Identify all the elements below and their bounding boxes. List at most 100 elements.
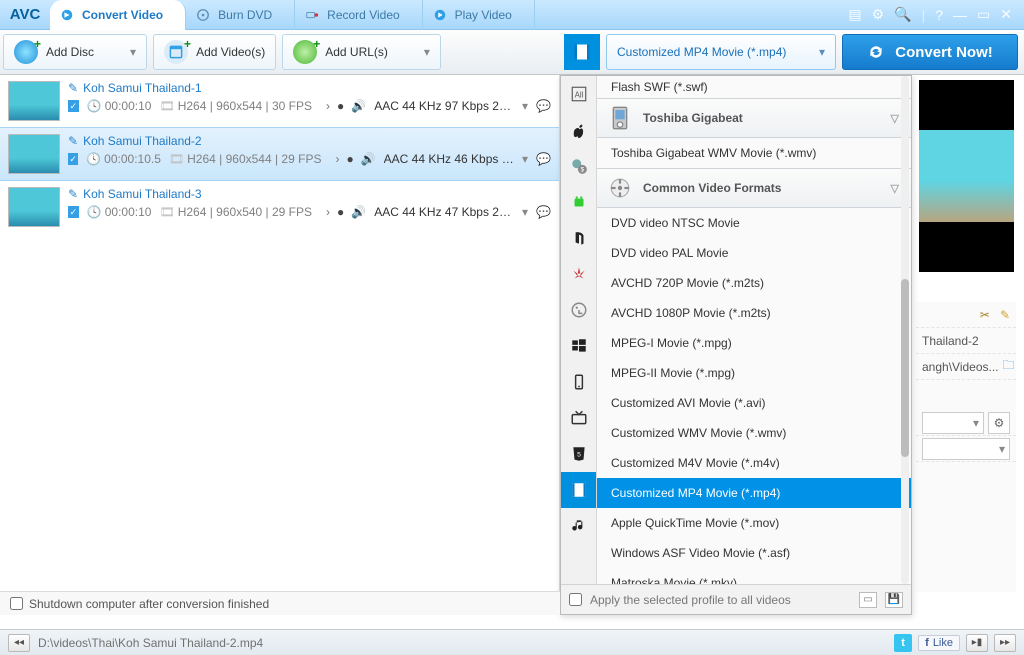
category-huawei[interactable] <box>561 256 597 292</box>
tab-label: Burn DVD <box>218 8 272 22</box>
add-disc-button[interactable]: + Add Disc ▾ <box>3 34 147 70</box>
format-item[interactable]: MPEG-II Movie (*.mpg) <box>597 358 911 388</box>
profile-category-icon[interactable] <box>564 34 600 70</box>
prev-button[interactable]: ◂◂ <box>8 634 30 652</box>
tab-burn-dvd[interactable]: Burn DVD <box>186 0 295 30</box>
maximize-icon[interactable]: ▭ <box>977 6 990 23</box>
search-icon[interactable]: 🔍 <box>894 6 911 23</box>
facebook-like-button[interactable]: fLike <box>918 635 960 651</box>
format-item[interactable]: AVCHD 720P Movie (*.m2ts) <box>597 268 911 298</box>
tab-record-video[interactable]: Record Video <box>295 0 423 30</box>
tab-convert-video[interactable]: Convert Video <box>50 0 186 30</box>
tab-play-video[interactable]: Play Video <box>423 0 535 30</box>
dropdown-icon[interactable]: ▾ <box>522 99 528 113</box>
checkbox[interactable]: ✓ <box>68 153 78 165</box>
category-audio[interactable] <box>561 508 597 544</box>
dropdown-icon[interactable]: ▾ <box>522 205 528 219</box>
edit-icon[interactable]: ✎ <box>68 134 78 148</box>
video-row[interactable]: ✎ Koh Samui Thailand-3 ✓ 🕓 00:00:10 🎞 H2… <box>0 181 559 233</box>
video-settings-button[interactable]: ⚙ <box>988 412 1010 434</box>
category-playstation[interactable] <box>561 220 597 256</box>
video-row[interactable]: ✎ Koh Samui Thailand-2 ✓ 🕓 00:00:10.5 🎞 … <box>0 127 559 181</box>
format-item[interactable]: DVD video NTSC Movie <box>597 208 911 238</box>
apply-all-checkbox[interactable] <box>569 593 582 606</box>
format-item[interactable]: Windows ASF Video Movie (*.asf) <box>597 538 911 568</box>
profile-label: Customized MP4 Movie (*.mp4) <box>617 45 786 59</box>
format-item[interactable]: AVCHD 1080P Movie (*.m2ts) <box>597 298 911 328</box>
audio-profile-dropdown[interactable]: ▾ <box>922 438 1010 460</box>
checkbox[interactable]: ✓ <box>68 206 79 218</box>
video-meta: 🎞 H264 | 960x544 | 29 FPS <box>169 152 322 166</box>
format-section-header[interactable]: Toshiba Gigabeat▽ <box>597 98 911 138</box>
add-profile-button[interactable]: ▭ <box>859 592 877 608</box>
category-mobile[interactable] <box>561 364 597 400</box>
video-profile-dropdown[interactable]: ▾ <box>922 412 984 434</box>
close-icon[interactable]: ✕ <box>1000 6 1012 23</box>
video-title: Koh Samui Thailand-3 <box>83 187 202 201</box>
audio-icon[interactable]: 🔊 <box>351 99 366 113</box>
category-windows[interactable] <box>561 328 597 364</box>
format-item[interactable]: Flash SWF (*.swf) <box>597 76 911 98</box>
format-item[interactable]: Customized AVI Movie (*.avi) <box>597 388 911 418</box>
scrollbar[interactable] <box>901 76 909 584</box>
next-button[interactable]: ▸▮ <box>966 634 988 652</box>
format-item[interactable]: Customized MP4 Movie (*.mp4) <box>597 478 911 508</box>
category-html5[interactable]: 5 <box>561 436 597 472</box>
category-android[interactable] <box>561 184 597 220</box>
video-list: ✎ Koh Samui Thailand-1 ✓ 🕓 00:00:10 🎞 H2… <box>0 75 560 615</box>
crop-icon[interactable]: ✂ <box>980 308 990 322</box>
file-name: Thailand-2 <box>922 334 979 348</box>
edit-icon[interactable]: ✎ <box>68 187 78 201</box>
minimize-icon[interactable]: — <box>953 7 967 23</box>
play-icon <box>433 8 447 22</box>
expand-icon[interactable]: › <box>326 205 330 219</box>
format-item[interactable]: DVD video PAL Movie <box>597 238 911 268</box>
twitter-button[interactable]: t <box>894 634 912 652</box>
help-icon[interactable]: ? <box>935 7 943 23</box>
gear-icon[interactable]: ⚙ <box>872 6 885 23</box>
settings-icon[interactable]: ● <box>337 205 344 219</box>
button-label: Convert Now! <box>895 44 993 61</box>
expand-icon[interactable]: › <box>335 152 339 166</box>
status-bar: ◂◂ D:\videos\Thai\Koh Samui Thailand-2.m… <box>0 629 1024 655</box>
edit-icon[interactable]: ✎ <box>68 81 78 95</box>
format-section-header[interactable]: Common Video Formats▽ <box>597 168 911 208</box>
audio-icon[interactable]: 🔊 <box>351 205 366 219</box>
format-item[interactable]: Apple QuickTime Movie (*.mov) <box>597 508 911 538</box>
format-item[interactable]: Matroska Movie (*.mkv) <box>597 568 911 584</box>
comment-icon[interactable]: 💬 <box>536 99 551 113</box>
section-title: Common Video Formats <box>643 181 781 195</box>
format-item[interactable]: Customized M4V Movie (*.m4v) <box>597 448 911 478</box>
checkbox[interactable]: ✓ <box>68 100 79 112</box>
format-item[interactable]: Toshiba Gigabeat WMV Movie (*.wmv) <box>597 138 911 168</box>
shutdown-checkbox[interactable] <box>10 597 23 610</box>
category-tv[interactable] <box>561 400 597 436</box>
comment-icon[interactable]: 💬 <box>536 152 551 166</box>
add-videos-button[interactable]: + Add Video(s) <box>153 34 276 70</box>
video-row[interactable]: ✎ Koh Samui Thailand-1 ✓ 🕓 00:00:10 🎞 H2… <box>0 75 559 127</box>
audio-icon[interactable]: 🔊 <box>361 152 376 166</box>
format-column[interactable]: Flash SWF (*.swf)Toshiba Gigabeat▽Toshib… <box>597 76 911 584</box>
comment-icon[interactable]: 💬 <box>536 205 551 219</box>
end-button[interactable]: ▸▸ <box>994 634 1016 652</box>
convert-now-button[interactable]: Convert Now! <box>842 34 1018 70</box>
dropdown-icon[interactable]: ▾ <box>522 152 528 166</box>
category-lg[interactable] <box>561 292 597 328</box>
save-profile-button[interactable]: 💾 <box>885 592 903 608</box>
video-meta: 🎞 H264 | 960x544 | 30 FPS <box>159 99 312 113</box>
category-android-money[interactable]: $ <box>561 148 597 184</box>
category-video[interactable] <box>561 472 597 508</box>
expand-icon[interactable]: › <box>326 99 330 113</box>
output-profile-selector[interactable]: Customized MP4 Movie (*.mp4) ▾ <box>606 34 836 70</box>
menu-icon[interactable]: ▤ <box>848 6 861 23</box>
folder-icon[interactable]: 🗀 <box>1003 356 1015 377</box>
category-all[interactable]: All <box>561 76 597 112</box>
settings-icon[interactable]: ● <box>337 99 344 113</box>
add-urls-button[interactable]: + Add URL(s) ▾ <box>282 34 441 70</box>
effects-icon[interactable]: ✎ <box>1000 308 1010 322</box>
format-item[interactable]: Customized WMV Movie (*.wmv) <box>597 418 911 448</box>
settings-icon[interactable]: ● <box>346 152 353 166</box>
category-apple[interactable] <box>561 112 597 148</box>
format-item[interactable]: MPEG-I Movie (*.mpg) <box>597 328 911 358</box>
chevron-down-icon: ▾ <box>130 45 136 59</box>
